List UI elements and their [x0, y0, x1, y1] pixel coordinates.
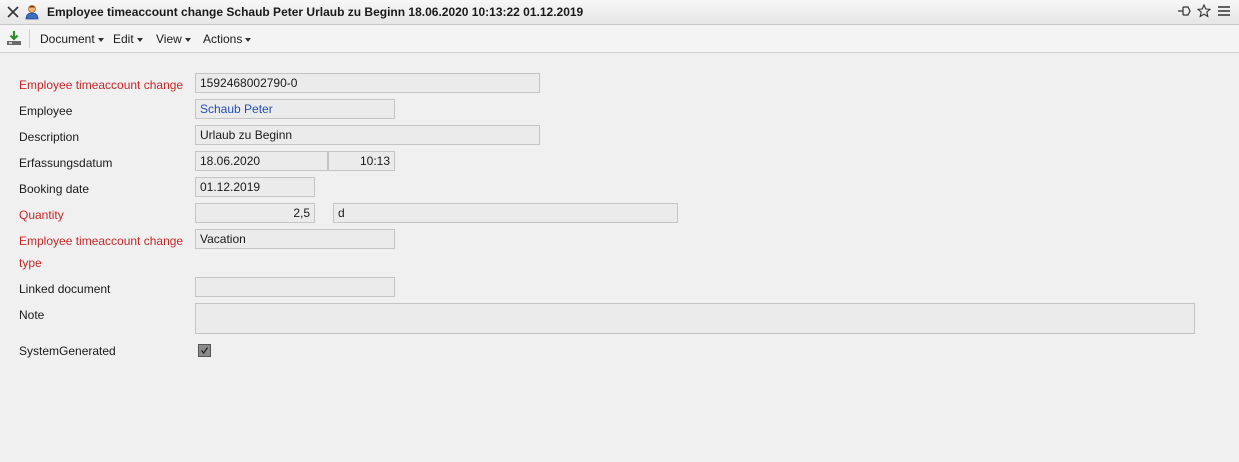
- note-field[interactable]: [195, 303, 1195, 334]
- caret-down-icon: [184, 37, 191, 42]
- timeaccount-change-field[interactable]: 1592468002790-0: [195, 73, 540, 93]
- system-generated-checkbox[interactable]: [198, 344, 211, 357]
- note-label: Note: [19, 308, 45, 322]
- booking-date-field[interactable]: 01.12.2019: [195, 177, 315, 197]
- employee-icon: [25, 5, 39, 20]
- linked-document-field[interactable]: [195, 277, 395, 297]
- employee-field[interactable]: Schaub Peter: [195, 99, 395, 119]
- quantity-unit-field[interactable]: d: [333, 203, 678, 223]
- title-bar: Employee timeaccount change Schaub Peter…: [0, 0, 1239, 25]
- star-icon[interactable]: [1197, 4, 1211, 18]
- hamburger-menu-icon[interactable]: [1217, 4, 1231, 18]
- change-type-label-line2: type: [19, 256, 42, 270]
- timeaccount-change-label: Employee timeaccount change: [19, 78, 184, 92]
- erfassungsdatum-date-field[interactable]: 18.06.2020: [195, 151, 328, 171]
- erfassungsdatum-label: Erfassungsdatum: [19, 156, 113, 170]
- caret-down-icon: [136, 37, 143, 42]
- menu-view[interactable]: View: [156, 32, 191, 46]
- menu-document[interactable]: Document: [40, 32, 104, 46]
- close-icon[interactable]: [6, 5, 20, 19]
- menu-separator: [29, 29, 30, 48]
- window-title: Employee timeaccount change Schaub Peter…: [47, 5, 584, 19]
- linked-document-label: Linked document: [19, 282, 111, 296]
- change-type-label-line1: Employee timeaccount change: [19, 234, 184, 248]
- menu-bar: Document Edit View Actions: [0, 25, 1239, 53]
- quantity-field[interactable]: 2,5: [195, 203, 315, 223]
- erfassungsdatum-time-field[interactable]: 10:13: [328, 151, 395, 171]
- save-download-icon[interactable]: [6, 30, 22, 46]
- booking-date-label: Booking date: [19, 182, 90, 196]
- pin-icon[interactable]: [1177, 4, 1191, 18]
- caret-down-icon: [245, 37, 252, 42]
- quantity-label: Quantity: [19, 208, 64, 222]
- menu-actions[interactable]: Actions: [203, 32, 252, 46]
- description-field[interactable]: Urlaub zu Beginn: [195, 125, 540, 145]
- description-label: Description: [19, 130, 80, 144]
- caret-down-icon: [97, 37, 104, 42]
- menu-edit[interactable]: Edit: [113, 32, 143, 46]
- titlebar-actions: [1177, 4, 1231, 18]
- employee-label: Employee: [19, 104, 73, 118]
- system-generated-label: SystemGenerated: [19, 344, 116, 358]
- change-type-field[interactable]: Vacation: [195, 229, 395, 249]
